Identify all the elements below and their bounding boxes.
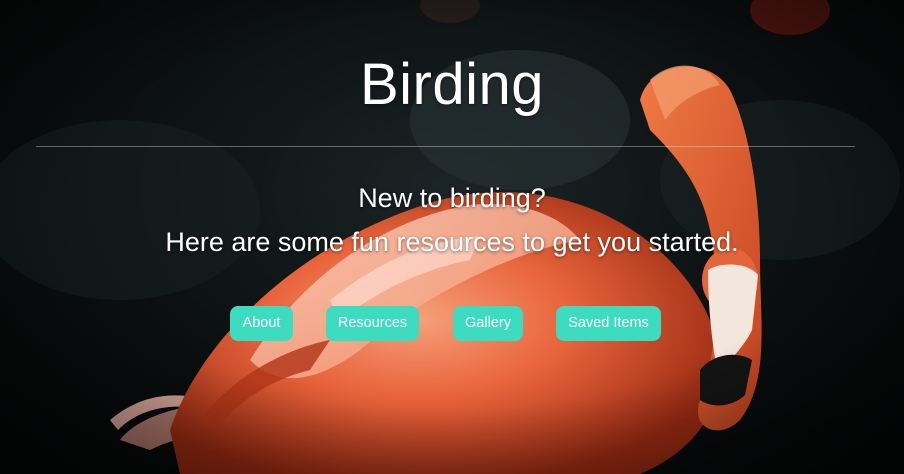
nav-resources-button[interactable]: Resources <box>326 306 419 341</box>
nav-about-button[interactable]: About <box>230 306 293 341</box>
hero-section: Birding New to birding? Here are some fu… <box>0 0 904 474</box>
nav-gallery-button[interactable]: Gallery <box>453 306 523 341</box>
hero-tagline-description: Here are some fun resources to get you s… <box>165 227 739 257</box>
nav-saved-items-button[interactable]: Saved Items <box>556 306 661 341</box>
site-title: Birding <box>359 52 545 117</box>
main-nav: About Resources Gallery Saved Items <box>0 306 904 341</box>
hero-content: Birding New to birding? Here are some fu… <box>0 0 904 474</box>
title-divider <box>36 146 855 147</box>
hero-tagline-question: New to birding? <box>358 183 546 213</box>
